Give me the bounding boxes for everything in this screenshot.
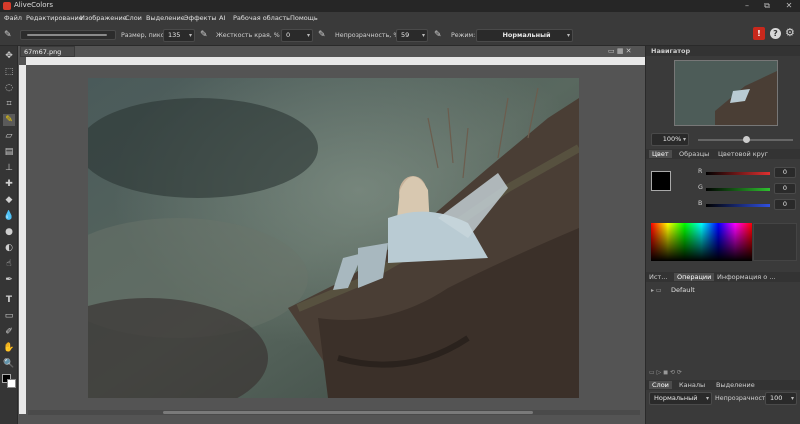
stamp-tool-icon[interactable]: ⊥ [3,162,15,174]
tool-options-bar: ✎ Размер, пикс: 135 ▾ ✎ Жесткость края, %… [0,24,800,46]
navigator-thumbnail[interactable] [674,60,778,126]
app-logo-icon [3,2,11,10]
brush-preset-picker[interactable] [20,30,116,40]
minimize-button[interactable]: – [738,0,756,12]
channel-value-field[interactable]: 0 [774,167,796,178]
tab-channels[interactable]: Каналы [679,381,705,389]
pressure-opacity-icon[interactable]: ✎ [434,30,444,40]
channel-label: R [698,168,703,175]
fill-tool-icon[interactable]: ◆ [3,194,15,206]
tab-info[interactable]: Информация о ... [717,273,776,281]
help-icon[interactable]: ? [770,28,781,39]
layers-panel-header: Слои Каналы Выделение [646,380,800,390]
vertical-ruler [19,65,26,414]
operations-toolbar[interactable]: ▭ ▷ ◼ ⟲ ⟳ [649,369,798,377]
channel-value-field[interactable]: 0 [774,199,796,210]
pen-tool-icon[interactable]: ✒ [3,274,15,286]
close-button[interactable]: ✕ [780,0,798,12]
scrollbar-thumb[interactable] [163,411,533,414]
brush-tool-icon-active[interactable]: ✎ [3,114,15,126]
gradient-tool-icon[interactable]: ▤ [3,146,15,158]
menu-selection[interactable]: Выделение [146,14,185,22]
sponge-tool-icon[interactable]: ◐ [3,242,15,254]
mode-label: Режим: [451,32,476,39]
view-mode-icons[interactable]: ▭ ▦ ✕ [608,47,632,55]
channel-value-field[interactable]: 0 [774,183,796,194]
menu-help[interactable]: Помощь [290,14,318,22]
channel-slider[interactable] [706,204,770,207]
tab-color-wheel[interactable]: Цветовой круг [718,150,768,158]
text-tool-icon[interactable]: T [3,294,15,306]
size-field[interactable]: 135 ▾ [163,29,195,42]
layer-opacity-label: Непрозрачность [715,395,770,402]
background-color-swatch[interactable] [7,379,16,388]
opacity-field[interactable]: 59 ▾ [396,29,428,42]
channel-slider[interactable] [706,188,770,191]
zoom-slider[interactable] [698,136,793,143]
blur-tool-icon[interactable]: 💧 [3,210,15,222]
pressure-size-icon[interactable]: ✎ [200,30,210,40]
settings-gear-icon[interactable]: ⚙ [785,26,795,39]
hardness-field[interactable]: 0 ▾ [281,29,313,42]
crop-tool-icon[interactable]: ⌗ [3,98,15,110]
tab-color[interactable]: Цвет [649,150,672,158]
horizontal-ruler [26,57,645,65]
navigator-title: Навигатор [651,47,691,55]
hardness-label: Жесткость края, % [216,32,280,39]
menu-file[interactable]: Файл [4,14,22,22]
move-tool-icon[interactable]: ✥ [3,50,15,62]
layer-opacity-field[interactable]: 100 ▾ [765,392,797,405]
navigator-header: Навигатор [646,46,800,56]
navigator-zoom-field[interactable]: 100% ▾ [651,133,689,146]
shape-tool-icon[interactable]: ▭ [3,310,15,322]
eraser-tool-icon[interactable]: ▱ [3,130,15,142]
document-image[interactable] [88,78,579,398]
color-preview-area [753,223,797,261]
color-spectrum[interactable] [651,223,752,261]
tab-history[interactable]: Ист... [649,273,667,281]
dodge-tool-icon[interactable]: ● [3,226,15,238]
document-tab[interactable]: 67m67.png [20,46,75,57]
menu-edit[interactable]: Редактирование [26,14,83,22]
brush-tool-icon: ✎ [4,30,12,40]
horizontal-scrollbar[interactable] [28,410,640,415]
menu-workspace[interactable]: Рабочая область [233,14,290,22]
folder-icon: ▸ ▭ [651,287,662,294]
photo-svg [88,78,579,398]
history-panel-header: Ист... Операции Информация о ... [646,272,800,282]
menu-layers[interactable]: Слои [125,14,142,22]
color-panel-header: Цвет Образцы Цветовой круг [646,149,800,159]
layer-blend-mode-select[interactable]: Нормальный ▾ [649,392,712,405]
channel-slider[interactable] [706,172,770,175]
tab-layers[interactable]: Слои [649,381,672,389]
title-bar: AliveColors – ⧉ ✕ [0,0,800,12]
opacity-label: Непрозрачность, % [335,32,400,39]
eyedropper-tool-icon[interactable]: ✐ [3,326,15,338]
smudge-tool-icon[interactable]: ☝ [3,258,15,270]
healing-tool-icon[interactable]: ✚ [3,178,15,190]
channel-label: G [698,184,703,191]
tools-panel: ✥ ⬚ ◌ ⌗ ✎ ▱ ▤ ⊥ ✚ ◆ 💧 ● ◐ ☝ ✒ T ▭ ✐ ✋ 🔍 [0,46,18,424]
maximize-button[interactable]: ⧉ [758,0,776,12]
tab-swatches[interactable]: Образцы [679,150,709,158]
marquee-tool-icon[interactable]: ⬚ [3,66,15,78]
menu-ai[interactable]: AI [219,14,225,22]
right-panel: Навигатор 100% ▾ Цвет Образцы Цветовой кр… [645,46,800,424]
history-item[interactable]: ▸ ▭ Default [651,286,796,296]
menu-bar: Файл Редактирование Изображение Слои Выд… [0,12,800,24]
tab-selection[interactable]: Выделение [716,381,755,389]
channel-label: B [698,200,703,207]
menu-image[interactable]: Изображение [80,14,127,22]
color-fg-swatch[interactable] [651,171,671,191]
app-title: AliveColors [14,1,54,9]
zoom-tool-icon[interactable]: 🔍 [3,358,15,370]
tab-operations[interactable]: Операции [674,273,715,281]
hand-tool-icon[interactable]: ✋ [3,342,15,354]
blend-mode-select[interactable]: Нормальный ▾ [476,29,573,42]
lasso-tool-icon[interactable]: ◌ [3,82,15,94]
notification-icon[interactable]: ! [753,27,765,40]
pressure-hardness-icon[interactable]: ✎ [318,30,328,40]
size-label: Размер, пикс: [121,32,167,39]
menu-effects[interactable]: Эффекты [184,14,217,22]
